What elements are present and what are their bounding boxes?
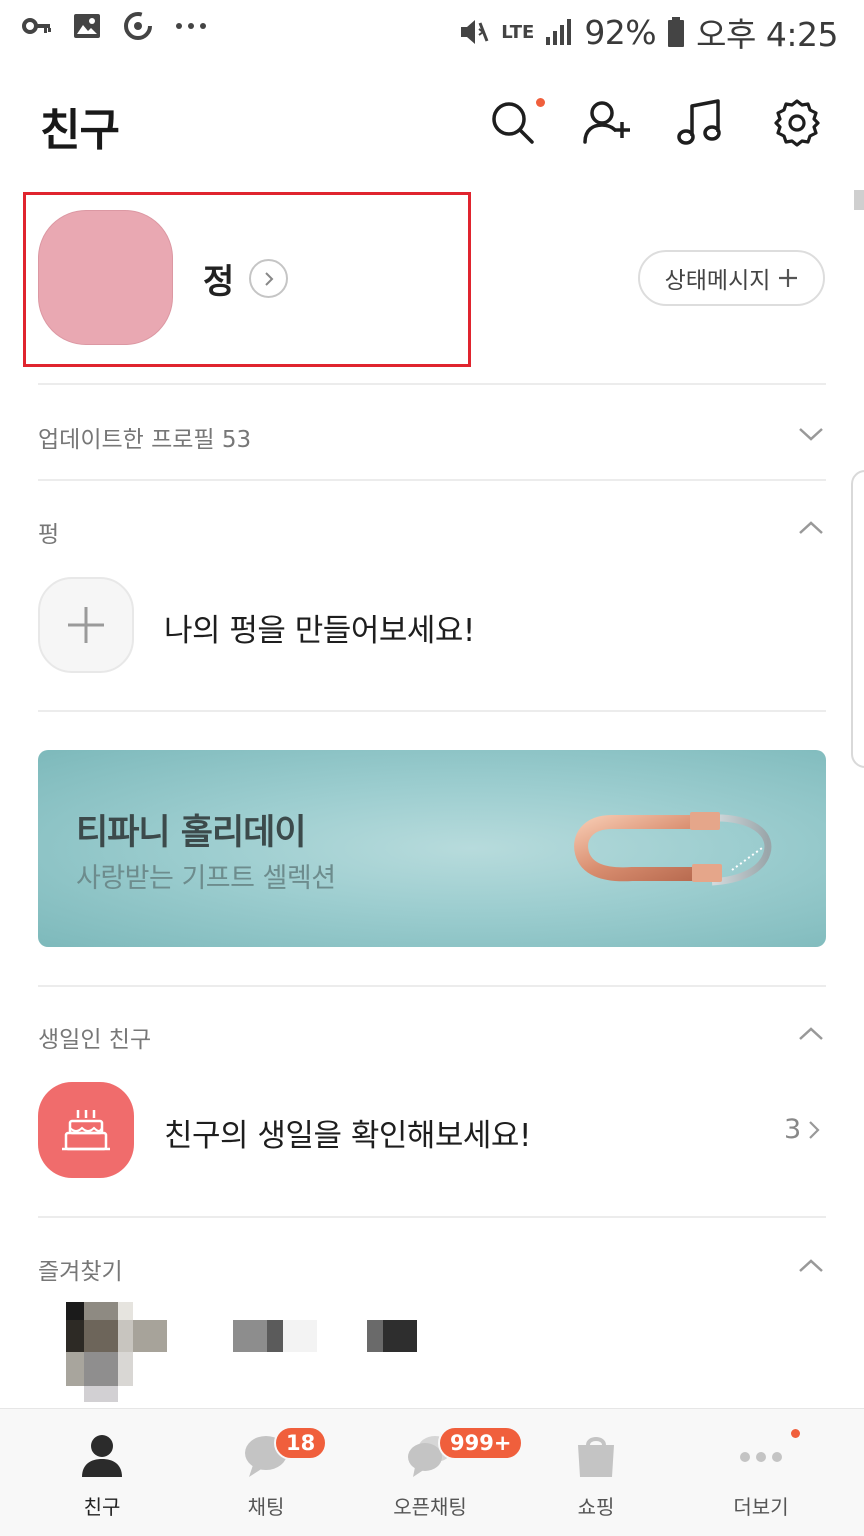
nav-tab-chats[interactable]: 18 채팅	[191, 1409, 341, 1536]
pixel-block	[66, 1352, 84, 1386]
search-icon[interactable]	[488, 98, 538, 148]
chevron-up-icon[interactable]	[796, 1024, 826, 1044]
pixel-block	[66, 1302, 84, 1320]
chevron-down-icon[interactable]	[796, 424, 826, 444]
pixel-block	[118, 1302, 133, 1320]
person-icon	[82, 1435, 122, 1477]
signal-icon	[546, 19, 572, 45]
promo-banner[interactable]: 티파니 홀리데이 사랑받는 기프트 셀렉션	[38, 750, 826, 947]
mute-vibrate-icon	[461, 20, 489, 44]
pixel-block	[383, 1320, 417, 1352]
pixel-block	[267, 1320, 283, 1352]
key-icon	[22, 18, 51, 34]
nav-label: 친구	[83, 1495, 121, 1519]
nav-label: 쇼핑	[577, 1495, 615, 1519]
nav-tab-shopping[interactable]: 쇼핑	[521, 1409, 671, 1536]
nav-label: 더보기	[733, 1495, 789, 1519]
music-icon[interactable]	[676, 98, 726, 148]
page-title: 친구	[40, 105, 120, 156]
chevron-up-icon[interactable]	[796, 1256, 826, 1276]
pixel-block	[84, 1386, 118, 1402]
more-dots-icon	[176, 23, 206, 29]
pixel-block	[283, 1320, 317, 1352]
birthday-count[interactable]: 3	[784, 1114, 821, 1145]
network-type: LTE	[501, 21, 535, 43]
pixel-block	[367, 1320, 383, 1352]
divider	[38, 479, 826, 481]
pixel-block	[84, 1302, 118, 1320]
pixel-block	[133, 1320, 167, 1352]
birthday-icon-box[interactable]	[38, 1082, 134, 1178]
chat-badge: 18	[274, 1426, 328, 1460]
add-friend-icon[interactable]	[582, 98, 632, 148]
header: 친구	[0, 80, 864, 170]
nav-tab-friends[interactable]: 친구	[27, 1409, 177, 1536]
settings-icon[interactable]	[772, 98, 822, 148]
pixel-block	[84, 1320, 118, 1352]
sync-icon	[124, 12, 152, 40]
create-pyeong-text[interactable]: 나의 펑을 만들어보세요!	[164, 605, 475, 650]
banner-subtitle: 사랑받는 기프트 셀렉션	[76, 863, 336, 894]
status-message-button[interactable]: 상태메시지	[638, 250, 825, 306]
birthday-section-header: 생일인 친구	[38, 1027, 152, 1053]
open-chat-badge: 999+	[438, 1426, 524, 1460]
pixel-block	[84, 1352, 118, 1386]
nav-tab-open-chat[interactable]: 999+ 오픈채팅	[355, 1409, 524, 1536]
nav-label: 채팅	[247, 1495, 285, 1519]
more-icon	[740, 1452, 782, 1462]
battery-percentage: 92%	[584, 12, 657, 52]
more-notification-dot	[791, 1429, 800, 1438]
cake-icon	[62, 1110, 110, 1151]
divider	[38, 710, 826, 712]
pixel-block	[233, 1320, 267, 1352]
updated-profiles-header[interactable]: 업데이트한 프로필 53	[38, 420, 251, 454]
divider	[38, 985, 826, 987]
clock: 오후 4:25	[696, 15, 838, 54]
image-icon	[74, 14, 100, 38]
create-pyeong-button[interactable]	[38, 577, 134, 673]
birthday-count-value: 3	[784, 1114, 802, 1145]
shopping-bag-icon	[578, 1437, 614, 1477]
bracelet-image	[574, 812, 772, 886]
pyeong-section-header: 펑	[38, 522, 60, 548]
scroll-indicator[interactable]	[854, 190, 864, 210]
status-message-label: 상태메시지	[664, 268, 771, 294]
plus-icon	[779, 269, 798, 287]
favorites-section-header: 즐겨찾기	[38, 1259, 123, 1285]
search-notification-dot	[536, 98, 545, 107]
birthday-cta-text[interactable]: 친구의 생일을 확인해보세요!	[164, 1110, 531, 1155]
battery-icon	[668, 17, 685, 47]
divider	[38, 383, 826, 385]
status-bar: LTE 92% 오후 4:25	[0, 0, 864, 60]
nav-label: 오픈채팅	[393, 1495, 467, 1519]
edge-panel-handle[interactable]	[851, 470, 864, 768]
nav-tab-more[interactable]: 더보기	[686, 1409, 836, 1536]
pixel-block	[66, 1320, 84, 1352]
pixel-block	[118, 1320, 133, 1352]
chevron-right-icon	[809, 1120, 820, 1139]
chevron-up-icon[interactable]	[796, 518, 826, 538]
banner-title: 티파니 홀리데이	[76, 813, 307, 853]
bottom-navigation: 친구 18 채팅 999+ 오픈채팅 쇼핑 더보기	[0, 1408, 864, 1536]
divider	[38, 1216, 826, 1218]
plus-icon	[68, 607, 104, 643]
profile-highlight-box	[23, 192, 471, 367]
pixel-block	[118, 1352, 133, 1386]
